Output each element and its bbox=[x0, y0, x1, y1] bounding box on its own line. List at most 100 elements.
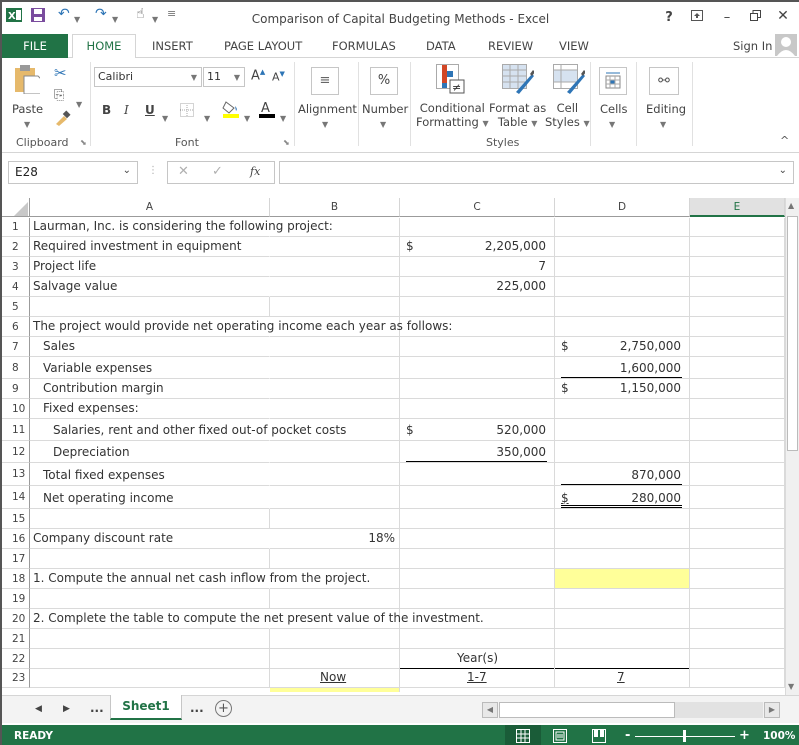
cell-c17[interactable] bbox=[400, 549, 555, 569]
number-format-icon[interactable]: % bbox=[370, 67, 398, 95]
normal-view-button[interactable] bbox=[505, 725, 541, 745]
collapse-ribbon-icon[interactable]: ^ bbox=[780, 134, 789, 147]
cell-e2[interactable] bbox=[690, 237, 785, 257]
cell-a3[interactable]: Project life bbox=[30, 257, 270, 277]
cell-a13[interactable]: Total fixed expenses bbox=[30, 463, 270, 486]
scroll-up-icon[interactable]: ▲ bbox=[788, 201, 794, 210]
cell-a16[interactable]: Company discount rate bbox=[30, 529, 270, 549]
horizontal-scroll-thumb[interactable] bbox=[499, 702, 675, 718]
cell-e18[interactable] bbox=[690, 569, 785, 589]
scroll-left-icon[interactable]: ◀ bbox=[482, 702, 498, 718]
cell-d17[interactable] bbox=[555, 549, 690, 569]
tab-formulas[interactable]: FORMULAS bbox=[332, 39, 396, 53]
cell-e13[interactable] bbox=[690, 463, 785, 486]
format-painter-icon[interactable] bbox=[54, 110, 72, 130]
tab-insert[interactable]: INSERT bbox=[152, 39, 193, 53]
cell-e5[interactable] bbox=[690, 297, 785, 317]
alignment-dropdown-icon[interactable]: ▼ bbox=[322, 120, 328, 129]
row-header[interactable]: 8 bbox=[2, 357, 30, 379]
paste-icon[interactable] bbox=[14, 64, 43, 98]
cell-c4[interactable]: 225,000 bbox=[400, 277, 555, 297]
cell-c8[interactable] bbox=[400, 357, 555, 379]
cell-d16[interactable] bbox=[555, 529, 690, 549]
cell-d14[interactable]: $280,000 bbox=[555, 486, 690, 509]
row-header[interactable]: 19 bbox=[2, 589, 30, 609]
ribbon-display-options-icon[interactable] bbox=[687, 10, 707, 25]
cancel-entry-icon[interactable]: ✕ bbox=[178, 164, 189, 179]
row-header[interactable]: 1 bbox=[2, 218, 30, 237]
cell-a19[interactable] bbox=[30, 589, 270, 609]
minimize-icon[interactable]: – bbox=[717, 10, 737, 25]
copy-icon[interactable]: ⎘ bbox=[54, 88, 64, 103]
cell-a7[interactable]: Sales bbox=[30, 337, 270, 357]
bold-button[interactable]: B bbox=[102, 103, 111, 117]
row-header[interactable]: 18 bbox=[2, 569, 30, 589]
cell-a1[interactable]: Laurman, Inc. is considering the followi… bbox=[30, 218, 333, 237]
cell-b8[interactable] bbox=[270, 357, 400, 379]
cell-d13[interactable]: 870,000 bbox=[555, 463, 690, 486]
cell-a2[interactable]: Required investment in equipment bbox=[30, 237, 270, 257]
confirm-entry-icon[interactable]: ✓ bbox=[212, 164, 223, 179]
insert-function-icon[interactable]: fx bbox=[250, 165, 260, 178]
fill-color-dropdown-icon[interactable]: ▼ bbox=[244, 106, 250, 125]
sheet-nav-next-icon[interactable]: ▶ bbox=[63, 704, 70, 714]
font-color-dropdown-icon[interactable]: ▼ bbox=[280, 106, 286, 125]
column-header-e[interactable]: E bbox=[690, 198, 785, 217]
row-header[interactable]: 9 bbox=[2, 379, 30, 399]
row-header[interactable]: 16 bbox=[2, 529, 30, 549]
editing-dropdown-icon[interactable]: ▼ bbox=[660, 120, 666, 129]
cell-d4[interactable] bbox=[555, 277, 690, 297]
row-header[interactable]: 3 bbox=[2, 257, 30, 277]
help-icon[interactable]: ? bbox=[659, 10, 679, 25]
decrease-font-size-icon[interactable]: A▼ bbox=[272, 70, 285, 84]
row-header[interactable]: 10 bbox=[2, 399, 30, 419]
sign-in-link[interactable]: Sign In bbox=[733, 39, 772, 53]
row-header[interactable]: 22 bbox=[2, 649, 30, 669]
cell-c1[interactable] bbox=[400, 218, 555, 237]
conditional-formatting-button[interactable]: Conditional Formatting ▼ bbox=[416, 101, 489, 131]
cell-b9[interactable] bbox=[270, 379, 400, 399]
tab-review[interactable]: REVIEW bbox=[488, 39, 533, 53]
cell-c19[interactable] bbox=[400, 589, 555, 609]
cell-styles-icon[interactable] bbox=[553, 64, 586, 98]
sheet-nav-more-left[interactable]: ... bbox=[90, 701, 104, 715]
cell-b16[interactable]: 18% bbox=[270, 529, 400, 549]
number-button[interactable]: Number bbox=[362, 102, 408, 116]
row-header[interactable]: 7 bbox=[2, 337, 30, 357]
editing-button[interactable]: Editing bbox=[646, 102, 686, 116]
select-all-corner[interactable] bbox=[2, 198, 30, 217]
cell-d3[interactable] bbox=[555, 257, 690, 277]
cell-a20[interactable]: 2. Complete the table to compute the net… bbox=[30, 609, 484, 629]
cell-c14[interactable] bbox=[400, 486, 555, 509]
cell-c13[interactable] bbox=[400, 463, 555, 486]
cell-d6[interactable] bbox=[555, 317, 690, 337]
cell-a15[interactable] bbox=[30, 509, 270, 529]
cell-d8[interactable]: 1,600,000 bbox=[555, 357, 690, 379]
cells-button[interactable]: Cells bbox=[600, 102, 628, 116]
scroll-right-icon[interactable]: ▶ bbox=[764, 702, 780, 718]
cell-b21[interactable] bbox=[270, 629, 400, 649]
cell-c12[interactable]: 350,000 bbox=[400, 441, 555, 463]
cell-d2[interactable] bbox=[555, 237, 690, 257]
formula-input[interactable]: ⌄ bbox=[279, 161, 794, 184]
cell-c2[interactable]: $2,205,000 bbox=[400, 237, 555, 257]
font-name-select[interactable]: Calibri ▼ bbox=[94, 67, 202, 87]
row-header[interactable]: 13 bbox=[2, 463, 30, 486]
alignment-button[interactable]: Alignment bbox=[298, 102, 357, 116]
cell-c22[interactable]: Year(s) bbox=[400, 649, 555, 669]
zoom-level[interactable]: 100% bbox=[763, 730, 795, 742]
increase-font-size-icon[interactable]: A▲ bbox=[251, 68, 265, 83]
cell-d1[interactable] bbox=[555, 218, 690, 237]
name-box[interactable]: E28 ⌄ bbox=[8, 161, 138, 184]
cell-b22[interactable] bbox=[270, 649, 400, 669]
cell-d10[interactable] bbox=[555, 399, 690, 419]
row-header[interactable]: 12 bbox=[2, 441, 30, 463]
spreadsheet-grid[interactable]: A B C D E 1 Laurman, Inc. is considering … bbox=[2, 198, 785, 692]
format-as-table-icon[interactable] bbox=[502, 64, 535, 98]
italic-button[interactable]: I bbox=[124, 103, 129, 117]
clipboard-launcher-icon[interactable]: ⬊ bbox=[80, 138, 87, 147]
cell-styles-button[interactable]: Cell Styles ▼ bbox=[545, 101, 590, 131]
font-color-icon[interactable]: A bbox=[258, 100, 276, 122]
cell-c7[interactable] bbox=[400, 337, 555, 357]
cell-c16[interactable] bbox=[400, 529, 555, 549]
